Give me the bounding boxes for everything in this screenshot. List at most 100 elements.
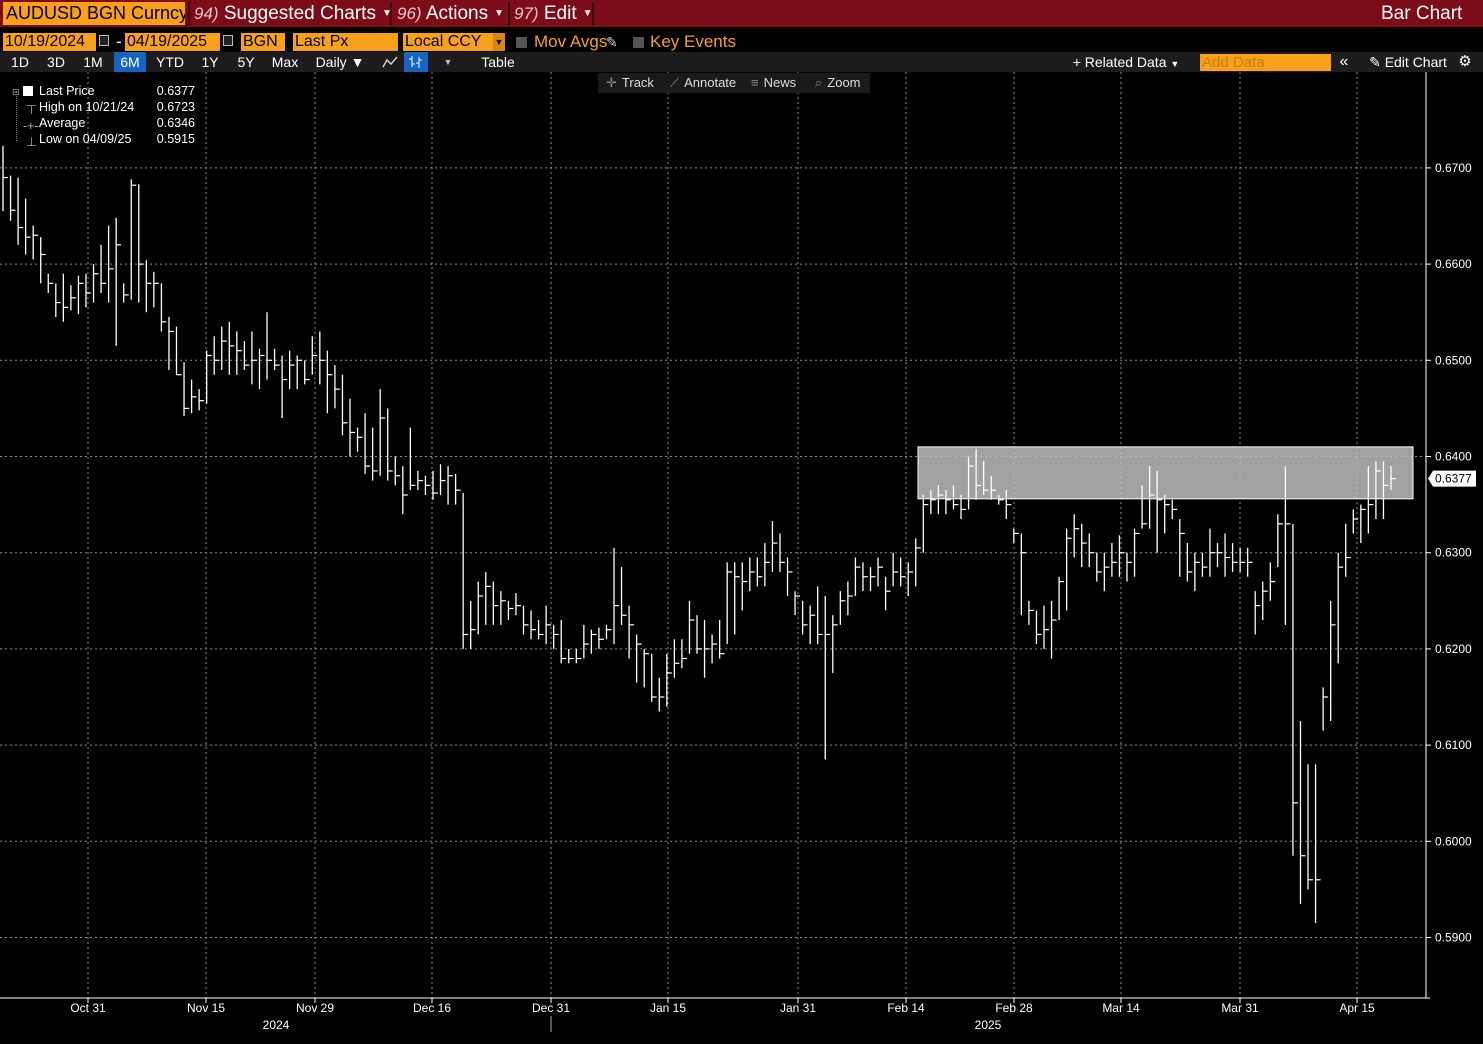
- caret-down-icon: ▼: [1170, 59, 1180, 69]
- zoom-tool[interactable]: ⌕ Zoom: [815, 73, 861, 93]
- ohlc-bar: [175, 326, 182, 376]
- legend-row: ⊥ Low on 04/09/25 0.5915: [9, 131, 195, 149]
- ohlc-bar: [1330, 600, 1336, 722]
- ohlc-bar: [832, 615, 838, 673]
- ohlc-bar: [545, 605, 552, 645]
- price-chart[interactable]: 0.5900 0.6000 0.6100 0.6200 0.6300 0.6400 0.65…: [0, 72, 1483, 1044]
- calendar-icon[interactable]: [223, 35, 233, 46]
- range-1m[interactable]: 1M: [76, 52, 110, 72]
- frequency-selector[interactable]: Daily ▼: [308, 52, 372, 72]
- line-chart-icon[interactable]: [378, 52, 402, 72]
- legend-row: ⊟ Last Price 0.6377: [9, 83, 195, 99]
- ohlc-bar: [703, 620, 710, 678]
- ohlc-bar: [123, 283, 129, 303]
- edit-menu[interactable]: 97) Edit ▼: [514, 0, 593, 27]
- menu-number: 96): [397, 4, 422, 23]
- ohlc-bar: [319, 331, 325, 385]
- x-tick-label: Apr 15: [1339, 1001, 1375, 1015]
- x-tick-label: Feb 28: [995, 1001, 1033, 1015]
- actions-menu[interactable]: 96) Actions ▼: [397, 0, 504, 27]
- ohlc-bar: [168, 317, 174, 370]
- security-field[interactable]: AUDUSD BGN Curncy: [3, 2, 185, 25]
- key-events-checkbox[interactable]: [633, 37, 644, 48]
- add-data-input[interactable]: Add Data: [1200, 54, 1331, 71]
- currency-selector[interactable]: Local CCY: [403, 33, 493, 51]
- ohlc-bar: [590, 629, 597, 654]
- ohlc-bar: [696, 615, 702, 654]
- legend-value: 0.6346: [156, 116, 195, 130]
- range-3d[interactable]: 3D: [40, 52, 72, 72]
- x-tick-label: Jan 15: [650, 1001, 686, 1015]
- ohlc-bar: [266, 312, 273, 380]
- ohlc-bar: [228, 321, 235, 375]
- y-tick-label: 0.6700: [1435, 161, 1472, 175]
- ohlc-bar: [1314, 764, 1321, 924]
- ohlc-bar: [1164, 494, 1170, 534]
- edit-chart-button[interactable]: ✎ Edit Chart: [1358, 52, 1458, 72]
- ohlc-bar: [9, 175, 16, 221]
- ohlc-bar: [884, 576, 891, 611]
- mov-avgs-checkbox[interactable]: [516, 37, 527, 48]
- ohlc-bar: [251, 331, 257, 385]
- ohlc-bar: [1073, 514, 1080, 558]
- field-selector[interactable]: Last Px: [293, 33, 398, 51]
- related-data-button[interactable]: + Related Data ▼: [1064, 52, 1188, 72]
- bar-chart-icon[interactable]: [404, 52, 428, 72]
- calendar-icon[interactable]: [99, 35, 109, 46]
- range-1d[interactable]: 1D: [4, 52, 36, 72]
- ohlc-bar: [115, 217, 122, 346]
- currency-dropdown-icon[interactable]: ▼: [493, 33, 505, 51]
- ohlc-bar: [605, 624, 612, 640]
- ohlc-bar: [862, 562, 868, 592]
- ohlc-bar: [130, 179, 137, 300]
- ohlc-bar: [636, 634, 642, 683]
- window-title: Bar Chart: [1381, 3, 1463, 24]
- ohlc-bar: [1201, 552, 1208, 577]
- separator: [390, 2, 392, 25]
- ohlc-bar: [1345, 523, 1351, 577]
- ohlc-bar: [515, 593, 521, 616]
- ohlc-bar: [892, 552, 899, 587]
- key-events-label[interactable]: Key Events: [650, 32, 736, 52]
- track-tool[interactable]: ✛ Track: [606, 73, 654, 93]
- ohlc-bar: [741, 562, 748, 611]
- ohlc-bar: [575, 648, 582, 664]
- x-tick-label: Dec 31: [532, 1001, 570, 1015]
- table-button[interactable]: Table: [470, 52, 526, 72]
- ohlc-bar: [568, 648, 574, 664]
- pencil-icon[interactable]: ✎: [606, 32, 618, 52]
- year-label: 2024: [263, 1018, 290, 1032]
- ohlc-bar: [553, 624, 559, 649]
- last-price-tag: 0.6377: [1428, 470, 1476, 487]
- ohlc-bar: [1216, 543, 1223, 568]
- ohlc-bar: [70, 285, 76, 311]
- start-date-field[interactable]: 10/19/2024: [3, 33, 96, 51]
- x-tick-label: Nov 29: [296, 1001, 334, 1015]
- ohlc-bar: [409, 427, 416, 491]
- legend-value: 0.6723: [156, 100, 195, 114]
- news-tool[interactable]: ≡ News: [751, 73, 796, 93]
- collapse-icon[interactable]: «: [1334, 52, 1354, 72]
- ohlc-bar: [1126, 552, 1132, 582]
- y-tick-label: 0.6600: [1435, 257, 1472, 271]
- range-1y[interactable]: 1Y: [194, 52, 226, 72]
- ohlc-bar: [17, 177, 24, 245]
- range-max[interactable]: Max: [266, 52, 304, 72]
- mov-avgs-label[interactable]: Mov Avgs: [534, 32, 607, 52]
- end-date-field[interactable]: 04/19/2025: [125, 33, 220, 51]
- ohlc-bar: [734, 562, 740, 635]
- chart-type-dropdown-icon[interactable]: ▼: [438, 52, 458, 72]
- gear-icon[interactable]: ⚙: [1455, 52, 1475, 72]
- ohlc-bar: [439, 464, 446, 495]
- suggested-charts-menu[interactable]: 94) Suggested Charts ▼: [194, 0, 392, 27]
- range-6m[interactable]: 6M: [114, 52, 146, 72]
- annotate-tool[interactable]: ⟋ Annotate: [670, 73, 736, 93]
- range-5y[interactable]: 5Y: [230, 52, 262, 72]
- menu-number: 97): [514, 4, 539, 23]
- source-field[interactable]: BGN: [241, 33, 285, 51]
- ohlc-bar: [620, 567, 627, 625]
- ohlc-bar: [1322, 687, 1329, 731]
- magnifier-icon: ⌕: [815, 75, 823, 90]
- range-ytd[interactable]: YTD: [150, 52, 190, 72]
- ohlc-bar: [236, 331, 242, 375]
